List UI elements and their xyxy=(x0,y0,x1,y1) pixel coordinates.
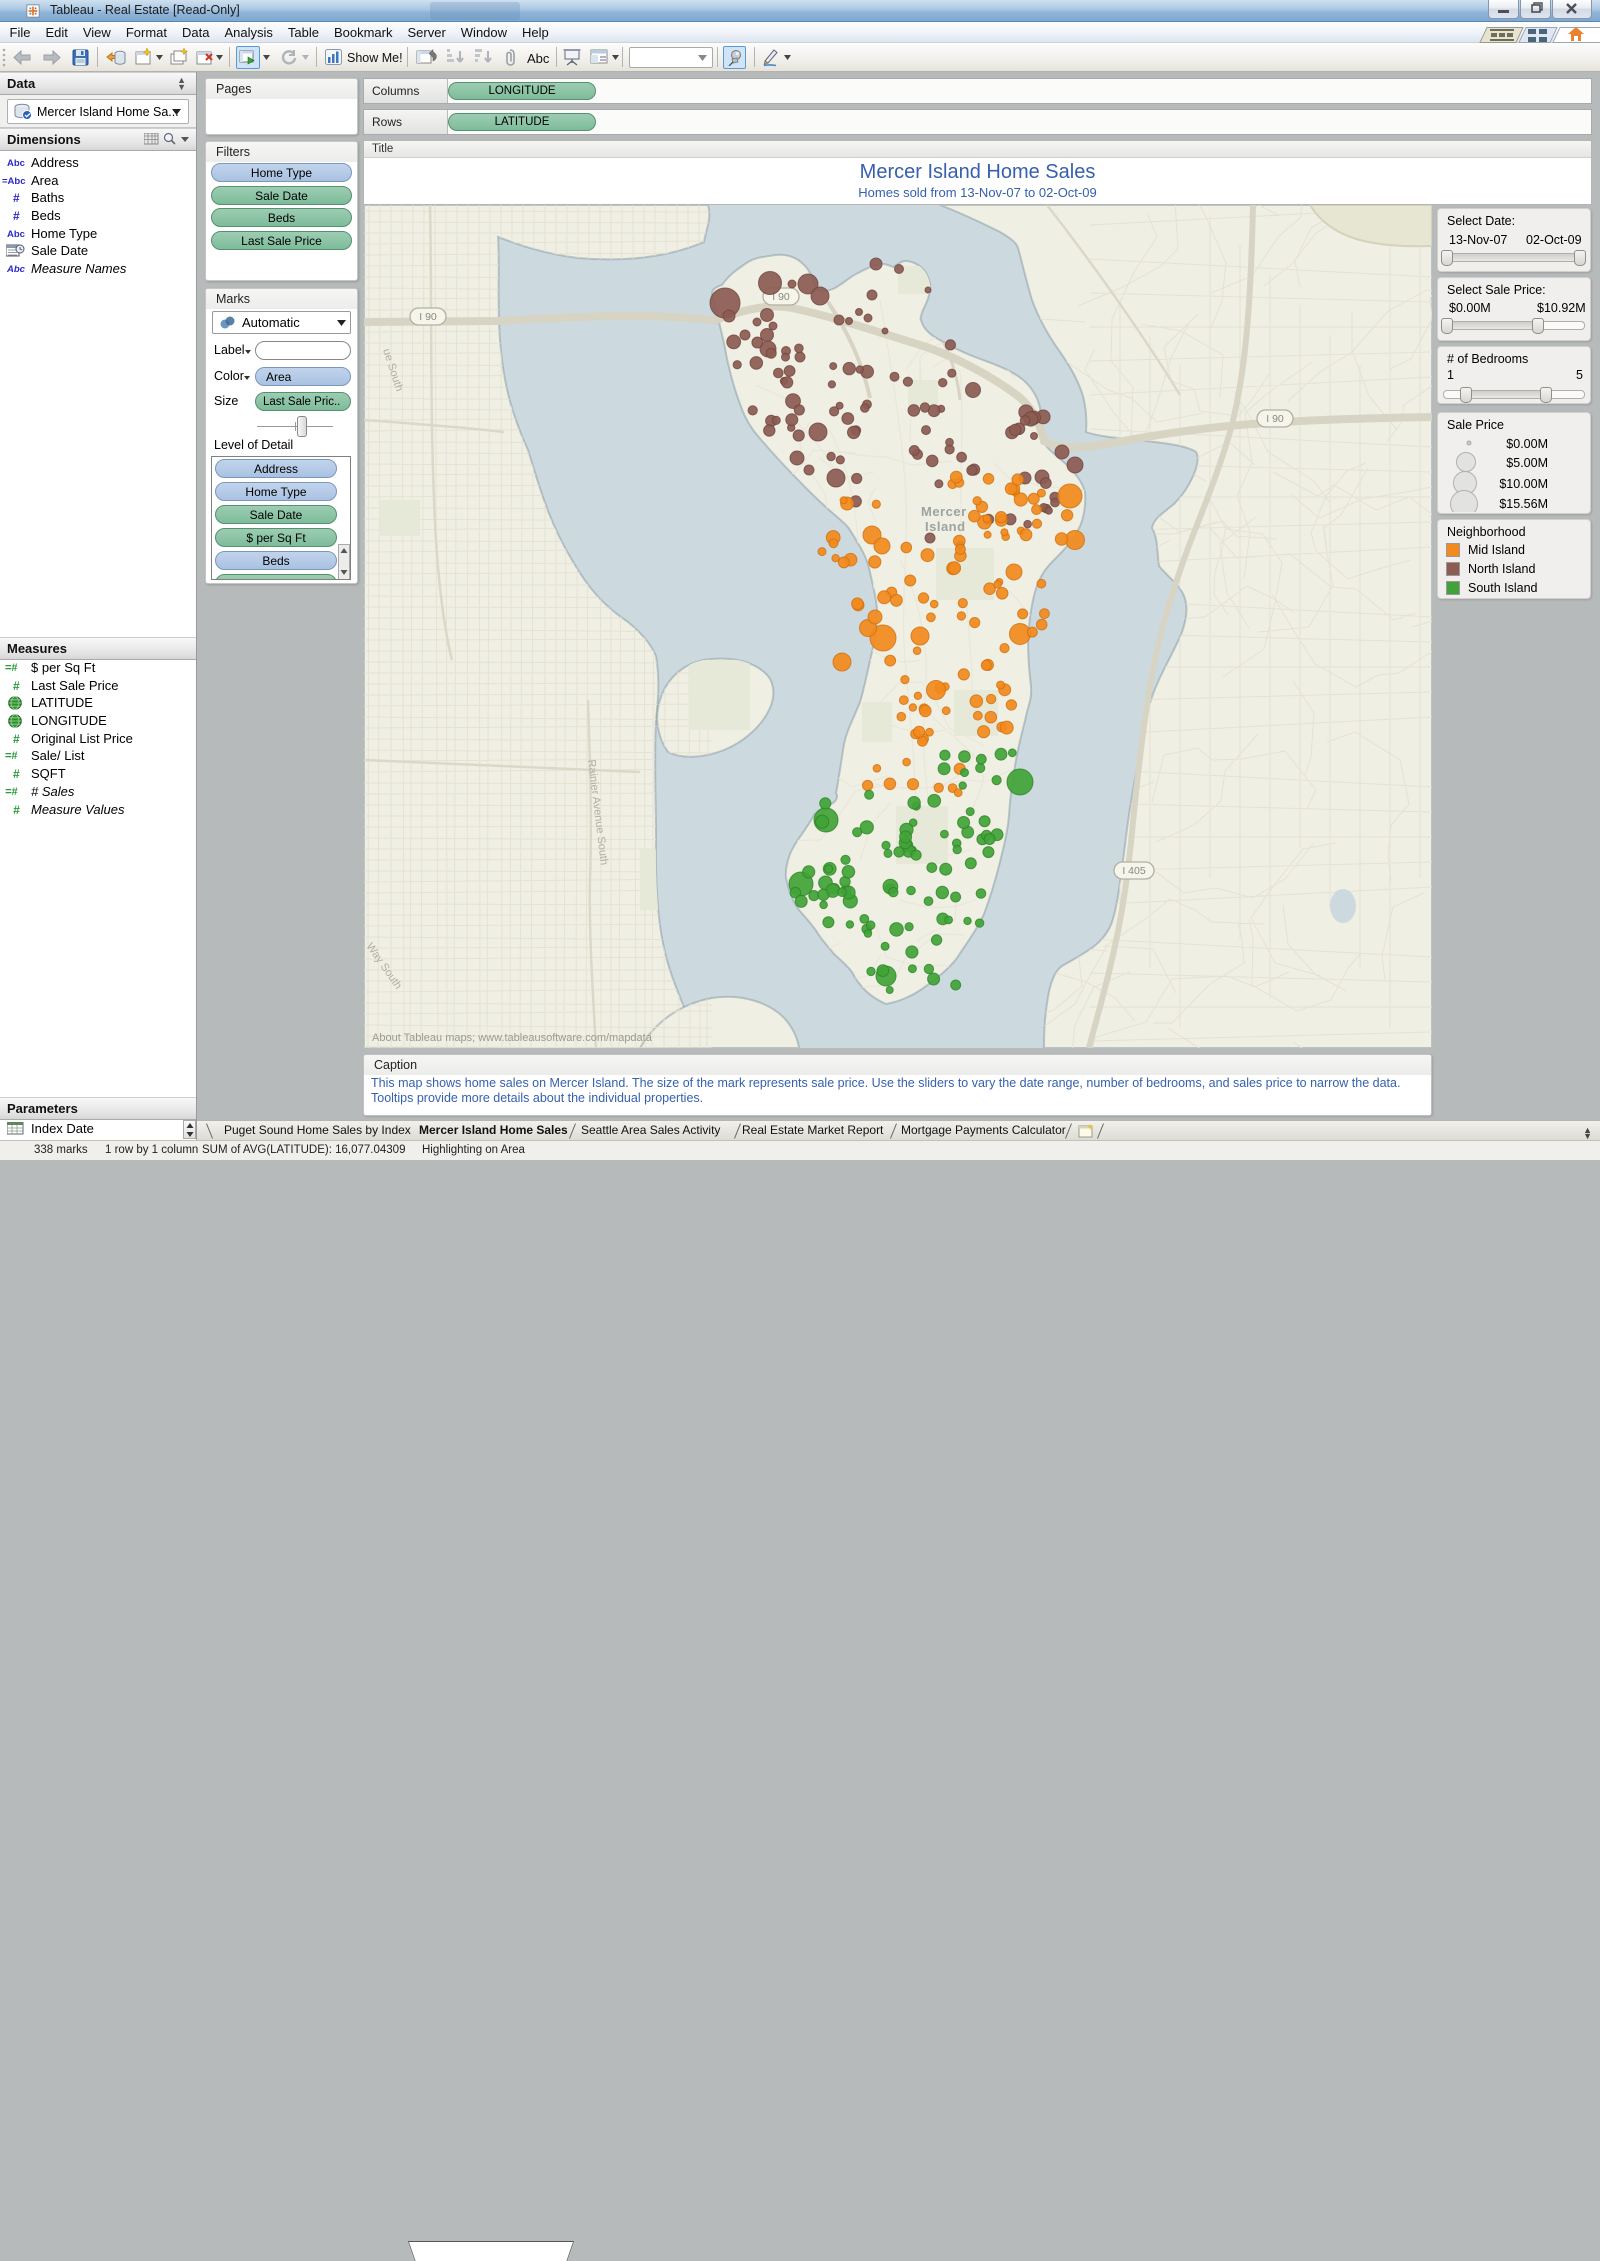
svg-text:Island: Island xyxy=(925,519,966,534)
svg-text:Mercer: Mercer xyxy=(921,504,967,519)
svg-text:I 90: I 90 xyxy=(1266,413,1284,425)
svg-text:About Tableau maps; www.tablea: About Tableau maps; www.tableausoftware.… xyxy=(372,1032,653,1044)
svg-text:I 405: I 405 xyxy=(1122,865,1146,877)
svg-text:I 90: I 90 xyxy=(419,311,437,323)
